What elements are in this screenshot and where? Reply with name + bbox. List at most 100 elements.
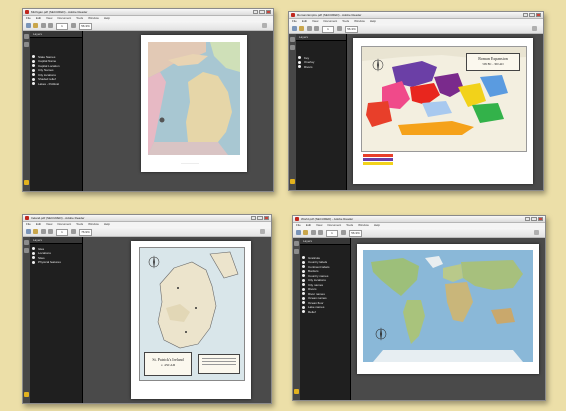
layer-item[interactable]: Lakes - Political [32,82,82,86]
menu-view[interactable]: View [316,223,322,227]
layer-item[interactable]: Lake names [302,305,350,309]
maximize-button[interactable] [531,217,537,221]
document-area[interactable]: St. Patrick's Ireland c. 450 AD [83,237,271,403]
menu-help[interactable]: Help [104,222,110,226]
layer-item[interactable]: Continent labels [302,265,350,269]
layer-item[interactable]: Capital Name [32,59,82,63]
attachments-icon[interactable] [290,179,295,184]
document-area[interactable]: ————————— [83,31,273,191]
minimize-button[interactable] [253,10,259,14]
window-controls[interactable] [251,216,269,220]
eye-icon[interactable] [302,301,305,305]
prev-page-icon[interactable] [41,23,46,28]
eye-icon[interactable] [32,251,35,255]
next-page-icon[interactable] [314,26,319,31]
layer-item[interactable]: Isles [32,247,82,251]
zoom-level[interactable]: 56.3% [349,230,362,237]
zoom-level[interactable]: 56.3% [79,23,92,30]
zoom-out-icon[interactable] [341,230,346,235]
layer-item[interactable]: Country labels [302,260,350,264]
layer-item[interactable]: Overlay [298,60,346,64]
zoom-level[interactable]: 76.9% [79,229,92,236]
prev-page-icon[interactable] [307,26,312,31]
layer-item[interactable]: City locations [302,278,350,282]
layer-item[interactable]: Graticule [302,256,350,260]
layers-nav-icon[interactable] [24,34,29,39]
layer-item[interactable]: State Names [32,55,82,59]
document-area[interactable] [351,238,545,400]
eye-icon[interactable] [298,56,301,60]
minimize-button[interactable] [523,13,529,17]
layer-item[interactable]: Shaded relief [32,77,82,81]
eye-icon[interactable] [302,292,305,296]
zoom-out-icon[interactable] [71,229,76,234]
reader-window-ireland[interactable]: Ireland.pdf (SECURED) - Adobe Reader Fil… [22,214,272,404]
menu-help[interactable]: Help [370,19,376,23]
menu-file[interactable]: File [26,16,31,20]
menu-file[interactable]: File [296,223,301,227]
eye-icon[interactable] [302,269,305,273]
find-icon[interactable] [260,229,265,234]
menu-document[interactable]: Document [57,16,71,20]
menu-view[interactable]: View [312,19,318,23]
maximize-button[interactable] [529,13,535,17]
menu-file[interactable]: File [292,19,297,23]
menu-window[interactable]: Window [354,19,365,23]
find-icon[interactable] [262,23,267,28]
reader-window-world[interactable]: World.pdf (SECURED) - Adobe Reader File E… [292,215,546,401]
eye-icon[interactable] [302,305,305,309]
reader-window-roman[interactable]: Roman Empire.pdf (SECURED) - Adobe Reade… [288,11,544,191]
menu-document[interactable]: Document [327,223,341,227]
menu-edit[interactable]: Edit [36,222,41,226]
window-controls[interactable] [523,13,541,17]
eye-icon[interactable] [298,65,301,69]
menu-help[interactable]: Help [104,16,110,20]
layer-item[interactable]: Borders [302,269,350,273]
page-number-input[interactable]: 1 [56,229,68,236]
prev-page-icon[interactable] [311,230,316,235]
eye-icon[interactable] [302,260,305,264]
eye-icon[interactable] [302,256,305,260]
pages-nav-icon[interactable] [24,248,29,253]
menu-tools[interactable]: Tools [346,223,353,227]
email-icon[interactable] [299,26,304,31]
menu-view[interactable]: View [46,222,52,226]
layers-nav-icon[interactable] [294,241,299,246]
eye-icon[interactable] [32,247,35,251]
layer-item[interactable]: Ocean names [302,296,350,300]
print-icon[interactable] [26,229,31,234]
menu-tools[interactable]: Tools [76,16,83,20]
next-page-icon[interactable] [48,23,53,28]
menu-tools[interactable]: Tools [342,19,349,23]
window-controls[interactable] [525,217,543,221]
email-icon[interactable] [33,23,38,28]
email-icon[interactable] [33,229,38,234]
eye-icon[interactable] [32,82,35,86]
menu-edit[interactable]: Edit [306,223,311,227]
menu-help[interactable]: Help [374,223,380,227]
menu-edit[interactable]: Edit [36,16,41,20]
window-controls[interactable] [253,10,271,14]
pages-nav-icon[interactable] [290,45,295,50]
layer-item[interactable]: Capital Location [32,64,82,68]
print-icon[interactable] [296,230,301,235]
minimize-button[interactable] [525,217,531,221]
email-icon[interactable] [303,230,308,235]
eye-icon[interactable] [302,265,305,269]
eye-icon[interactable] [302,287,305,291]
layer-item[interactable]: Rivers [302,287,350,291]
eye-icon[interactable] [32,73,35,77]
zoom-out-icon[interactable] [337,26,342,31]
layer-item[interactable]: City locations [32,73,82,77]
menu-window[interactable]: Window [88,222,99,226]
next-page-icon[interactable] [318,230,323,235]
eye-icon[interactable] [32,260,35,264]
maximize-button[interactable] [259,10,265,14]
page-number-input[interactable]: 1 [322,26,334,33]
layer-item[interactable]: Rivers [298,65,346,69]
page-number-input[interactable]: 1 [56,23,68,30]
reader-window-michigan[interactable]: Michigan.pdf (SECURED) - Adobe Reader Fi… [22,8,274,192]
print-icon[interactable] [292,26,297,31]
find-icon[interactable] [532,26,537,31]
minimize-button[interactable] [251,216,257,220]
